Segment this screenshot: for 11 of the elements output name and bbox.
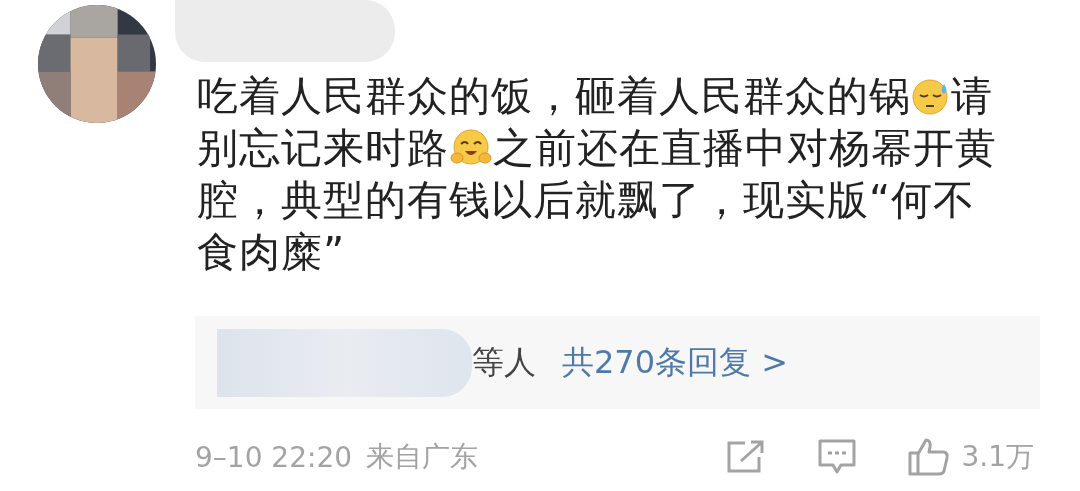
hugging-face-icon bbox=[449, 128, 493, 168]
comment-location: 来自广东 bbox=[366, 439, 479, 475]
comment-time: 9–10 22:20 bbox=[195, 440, 353, 474]
replies-link[interactable]: 共270条回复 > bbox=[562, 340, 789, 385]
comment-icon[interactable] bbox=[817, 438, 858, 476]
like-count: 3.1万 bbox=[961, 439, 1034, 475]
comment-text: 吃着人民群众的饭，砸着人民群众的锅 请别忘记来时路 之前还在直播中对杨幂开黄腔，典型的有钱以后就飘了，现实版“何不食肉糜” bbox=[197, 71, 998, 278]
thumbs-up-icon[interactable] bbox=[907, 437, 952, 477]
replier-suffix: 等人 bbox=[472, 341, 536, 383]
sweat-face-icon bbox=[911, 76, 951, 116]
share-icon[interactable] bbox=[725, 439, 766, 475]
